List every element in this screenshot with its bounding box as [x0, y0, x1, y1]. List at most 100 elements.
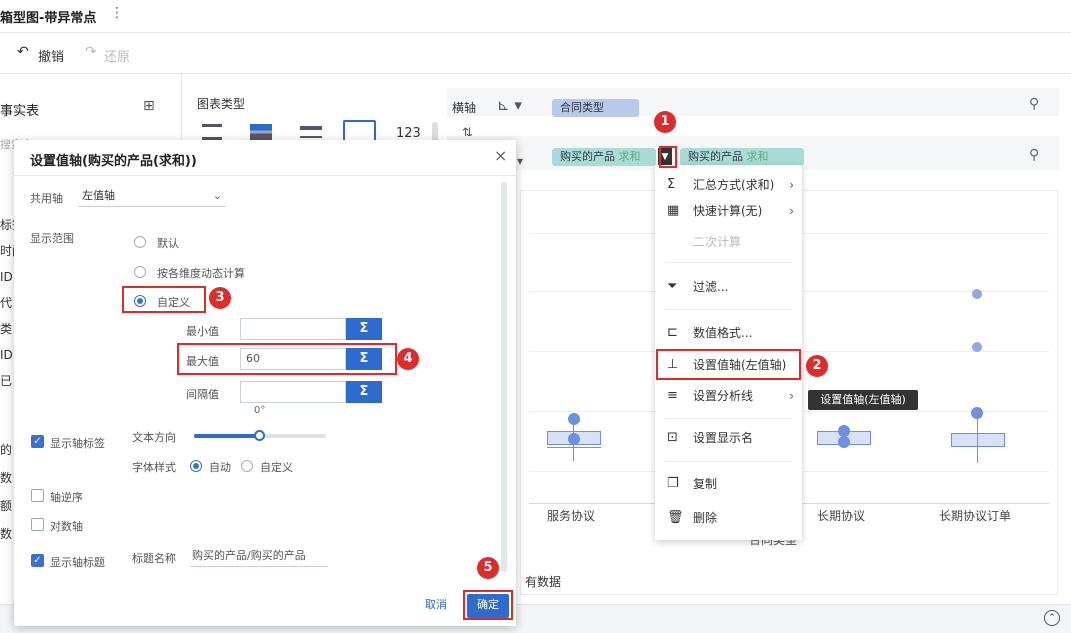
- y-axis-pill-1[interactable]: 购买的产品 求和: [552, 148, 656, 166]
- number-format-icon: ⊏: [667, 325, 678, 340]
- redo-icon: ↷: [85, 44, 97, 60]
- calculator-icon: ▦: [667, 203, 680, 218]
- menu-item-analysis-line[interactable]: ≡ 设置分析线 ›: [655, 382, 802, 410]
- min-input[interactable]: [240, 318, 346, 340]
- shared-axis-select[interactable]: 左值轴 ⌄: [78, 185, 226, 207]
- radio-custom[interactable]: [134, 295, 146, 307]
- field-item[interactable]: 额: [0, 492, 12, 520]
- menu-divider: [665, 309, 792, 310]
- reverse-label: 轴逆序: [50, 491, 83, 504]
- menu-item-filter[interactable]: ⏷ 过滤...: [655, 273, 802, 301]
- max-input[interactable]: 60: [240, 348, 346, 370]
- step-marker: 1: [654, 111, 676, 133]
- min-sigma-button[interactable]: Σ: [346, 318, 382, 340]
- whisker: [977, 417, 978, 463]
- max-label: 最大值: [186, 355, 219, 368]
- radio-font-custom-label: 自定义: [260, 461, 293, 474]
- x-axis-row: [447, 88, 1059, 116]
- menu-divider: [665, 262, 792, 263]
- radio-default[interactable]: [134, 236, 146, 248]
- data-point[interactable]: [568, 433, 580, 445]
- menu-item-summary[interactable]: Σ 汇总方式(求和) ›: [655, 171, 802, 199]
- radio-font-auto-label: 自动: [209, 461, 231, 474]
- list-chart-icon[interactable]: [300, 126, 322, 138]
- all-data-label: 有数据: [525, 575, 562, 589]
- data-point[interactable]: [971, 407, 983, 419]
- cancel-button[interactable]: 取消: [416, 594, 456, 618]
- tooltip: 设置值轴(左值轴): [808, 390, 918, 410]
- box-plot[interactable]: [951, 433, 1005, 447]
- redo-button[interactable]: 还原: [104, 46, 130, 65]
- dialog-scrollbar[interactable]: [501, 182, 507, 572]
- kpi-chart-icon[interactable]: [343, 120, 376, 142]
- menu-item-quick-calc[interactable]: ▦ 快速计算(无) ›: [655, 197, 802, 225]
- log-checkbox[interactable]: [31, 518, 44, 531]
- cross-table-icon[interactable]: [250, 124, 272, 140]
- outlier-point[interactable]: [972, 342, 982, 352]
- slider-handle[interactable]: [254, 430, 265, 441]
- y-axis-pill-2[interactable]: 购买的产品 求和: [680, 148, 804, 166]
- radio-dynamic[interactable]: [134, 266, 146, 278]
- field-item[interactable]: 的: [0, 436, 12, 464]
- interval-input[interactable]: [240, 381, 346, 403]
- trash-icon: 🗑: [667, 510, 684, 525]
- show-axis-title-checkbox[interactable]: ✓: [31, 554, 44, 567]
- chevron-right-icon: ›: [789, 178, 794, 192]
- menu-divider: [665, 461, 792, 462]
- step-marker: 3: [209, 287, 231, 309]
- outlier-point[interactable]: [972, 289, 982, 299]
- radio-dynamic-label: 按各维度动态计算: [157, 267, 245, 280]
- axis-icon: ⊥: [667, 357, 679, 372]
- show-axis-label-checkbox[interactable]: ✓: [31, 435, 44, 448]
- radio-font-auto[interactable]: [190, 460, 202, 472]
- text-dir-label: 文本方向: [132, 431, 176, 444]
- menu-item-copy[interactable]: ❐ 复制: [655, 470, 802, 498]
- font-style-label: 字体样式: [132, 461, 176, 474]
- data-point[interactable]: [568, 413, 580, 425]
- page-title: 箱型图-带异常点: [0, 11, 97, 26]
- undo-icon: ↶: [17, 44, 29, 60]
- field-item[interactable]: 数: [0, 464, 12, 492]
- chevron-down-icon[interactable]: ▾: [517, 154, 523, 168]
- menu-item-set-axis[interactable]: ⊥ 设置值轴(左值轴): [655, 351, 802, 379]
- ok-button[interactable]: 确定: [467, 594, 509, 618]
- axis-settings-icon[interactable]: ⊾ ▾: [497, 96, 522, 114]
- analysis-line-icon: ≡: [667, 388, 678, 403]
- max-sigma-button[interactable]: Σ: [346, 348, 382, 370]
- show-axis-title-text: 显示轴标题: [50, 556, 105, 569]
- chevron-down-icon: ⌄: [212, 189, 222, 202]
- copy-icon: ❐: [667, 476, 679, 491]
- interval-sigma-button[interactable]: Σ: [346, 381, 382, 403]
- range-label: 显示范围: [30, 232, 74, 245]
- field-item[interactable]: 数: [0, 520, 12, 548]
- number-chart-icon[interactable]: 123: [396, 126, 421, 141]
- radio-font-custom[interactable]: [241, 460, 253, 472]
- toolbar: ↶ 撤销 ↷ 还原: [0, 33, 1071, 74]
- layout-icon[interactable]: ⊞: [143, 98, 155, 114]
- title-name-input[interactable]: 购买的产品/购买的产品: [190, 545, 328, 567]
- min-label: 最小值: [186, 325, 219, 338]
- undo-button[interactable]: 撤销: [38, 46, 64, 65]
- chevron-right-icon: ›: [789, 204, 794, 218]
- x-axis-pill[interactable]: 合同类型: [552, 99, 639, 117]
- show-axis-label-text: 显示轴标签: [50, 437, 105, 450]
- menu-item-display-name[interactable]: ⊡ 设置显示名: [655, 424, 802, 452]
- reverse-checkbox[interactable]: [31, 489, 44, 502]
- more-icon[interactable]: ⋮: [110, 5, 124, 21]
- angle-value: 0°: [254, 405, 266, 416]
- chart-type-label: 图表类型: [197, 97, 246, 111]
- radio-default-label: 默认: [157, 237, 179, 250]
- close-icon[interactable]: ×: [494, 146, 507, 165]
- sort-icon[interactable]: ⚲: [1029, 147, 1039, 163]
- sort-icon[interactable]: ⚲: [1029, 96, 1039, 112]
- menu-item-number-format[interactable]: ⊏ 数值格式...: [655, 319, 802, 347]
- table-chart-icon[interactable]: [202, 124, 222, 140]
- collapse-icon[interactable]: ⌃: [1044, 610, 1060, 626]
- field-context-menu: Σ 汇总方式(求和) › ▦ 快速计算(无) › 二次计算 ⏷ 过滤... ⊏ …: [655, 165, 802, 540]
- step-marker: 2: [806, 355, 828, 377]
- x-tick-label: 长期协议: [817, 509, 866, 523]
- field-list-2: 的 数 额 数: [0, 436, 12, 548]
- whisker: [547, 447, 601, 448]
- data-point[interactable]: [838, 436, 850, 448]
- menu-item-delete[interactable]: 🗑 删除: [655, 504, 802, 532]
